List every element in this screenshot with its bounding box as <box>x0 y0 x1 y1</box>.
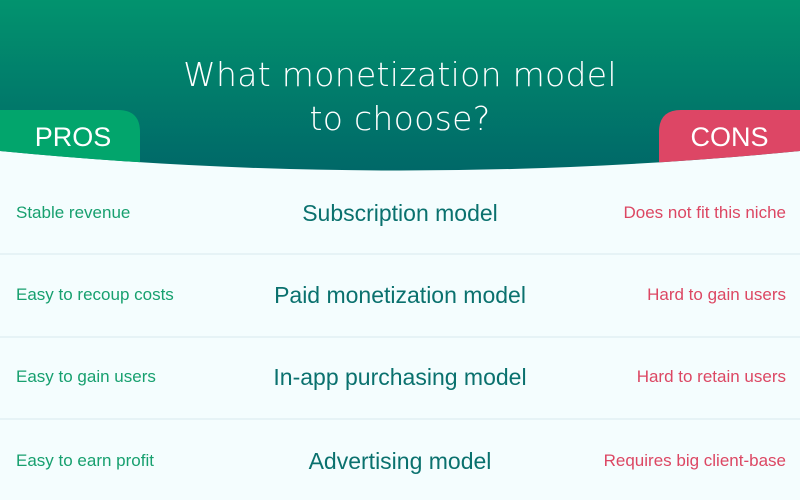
title-line-1: What monetization model <box>183 55 617 94</box>
con-text: Requires big client-base <box>603 451 786 470</box>
cons-label: CONS <box>690 122 769 152</box>
con-text: Does not fit this niche <box>623 203 786 222</box>
con-text: Hard to retain users <box>636 367 786 386</box>
table-row: Easy to gain users In-app purchasing mod… <box>0 336 800 418</box>
table-row: Stable revenue Subscription model Does n… <box>0 172 800 254</box>
con-text: Hard to gain users <box>647 285 786 304</box>
pros-label: PROS <box>34 122 112 152</box>
table-row: Easy to recoup costs Paid monetization m… <box>0 254 800 336</box>
table-row: Easy to earn profit Advertising model Re… <box>0 420 800 500</box>
